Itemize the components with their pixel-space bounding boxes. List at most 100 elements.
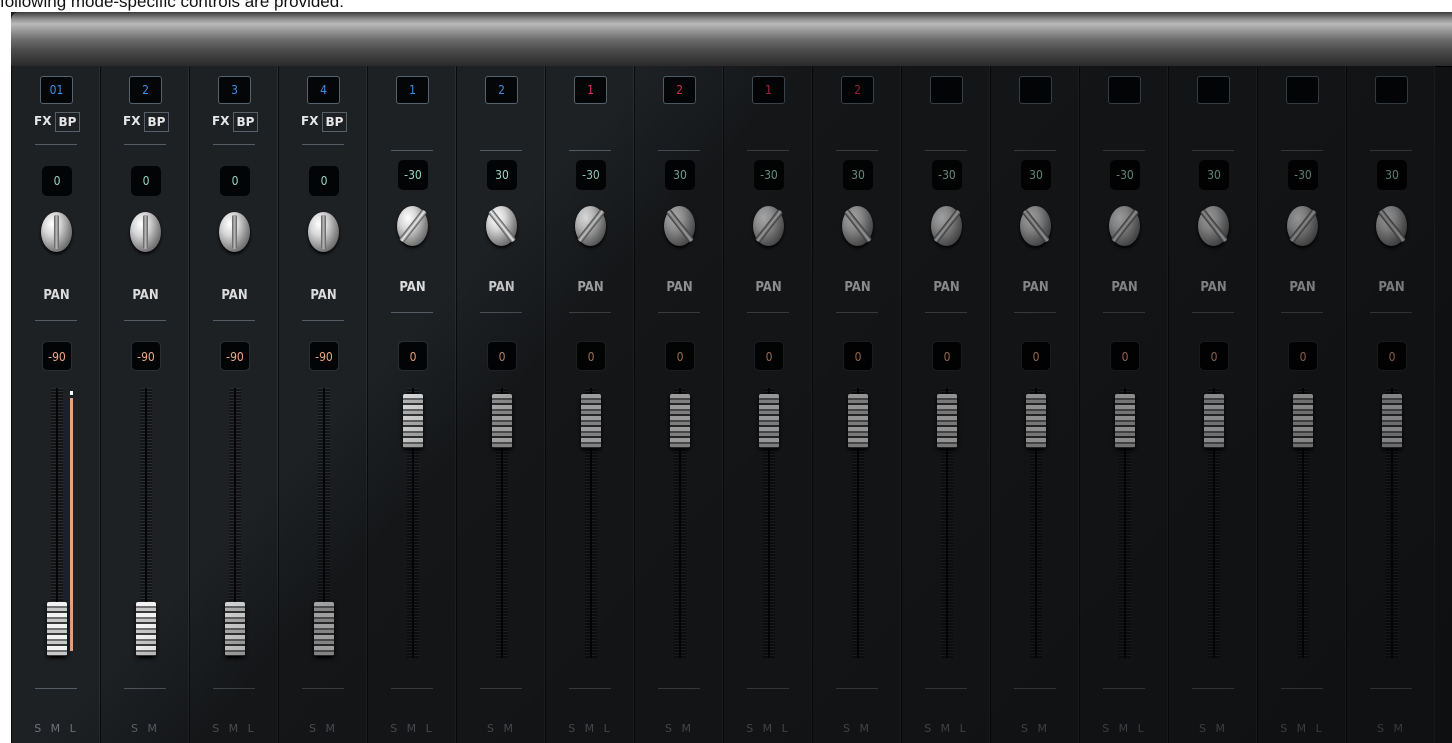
fx-toggle[interactable]: FX — [301, 114, 318, 128]
solo-mute-buttons[interactable]: S M — [279, 722, 368, 735]
solo-mute-buttons[interactable]: S M L — [12, 722, 101, 735]
level-display[interactable]: 0 — [398, 341, 428, 371]
level-display[interactable]: -90 — [131, 341, 161, 371]
solo-mute-buttons[interactable]: S M — [1169, 722, 1258, 735]
channel-number-button[interactable]: 4 — [307, 76, 340, 104]
volume-fader-handle[interactable] — [581, 394, 601, 448]
volume-fader-handle[interactable] — [403, 394, 423, 448]
channel-number-button[interactable]: 3 — [218, 76, 251, 104]
solo-mute-buttons[interactable]: S M — [1347, 722, 1436, 735]
volume-fader-handle[interactable] — [1026, 394, 1046, 448]
solo-mute-buttons[interactable]: S M — [991, 722, 1080, 735]
volume-fader-handle[interactable] — [492, 394, 512, 448]
pan-knob[interactable] — [842, 206, 873, 246]
volume-fader-handle[interactable] — [1204, 394, 1224, 448]
fx-toggle[interactable]: FX — [212, 114, 229, 128]
fx-toggle[interactable]: FX — [123, 114, 140, 128]
pan-value-display[interactable]: -30 — [754, 160, 784, 190]
solo-mute-buttons[interactable]: S M — [457, 722, 546, 735]
channel-number-button[interactable]: 01 — [40, 76, 73, 104]
pan-value-display[interactable]: 0 — [309, 166, 339, 196]
level-display[interactable]: -90 — [309, 341, 339, 371]
volume-fader-handle[interactable] — [759, 394, 779, 448]
volume-fader-handle[interactable] — [1115, 394, 1135, 448]
solo-mute-buttons[interactable]: S M L — [1080, 722, 1169, 735]
level-display[interactable]: 0 — [1288, 341, 1318, 371]
channel-number-button[interactable] — [1286, 76, 1319, 104]
pan-knob[interactable] — [41, 212, 72, 252]
level-display[interactable]: 0 — [1021, 341, 1051, 371]
channel-number-button[interactable]: 1 — [396, 76, 429, 104]
level-display[interactable]: 0 — [843, 341, 873, 371]
pan-knob[interactable] — [664, 206, 695, 246]
channel-number-button[interactable]: 1 — [752, 76, 785, 104]
pan-knob[interactable] — [397, 206, 428, 246]
pan-value-display[interactable]: -30 — [398, 160, 428, 190]
channel-number-button[interactable]: 1 — [574, 76, 607, 104]
level-display[interactable]: 0 — [1377, 341, 1407, 371]
solo-mute-buttons[interactable]: S M L — [190, 722, 279, 735]
channel-number-button[interactable]: 2 — [129, 76, 162, 104]
pan-value-display[interactable]: -30 — [576, 160, 606, 190]
level-display[interactable]: 0 — [932, 341, 962, 371]
solo-mute-buttons[interactable]: S M — [101, 722, 190, 735]
pan-value-display[interactable]: 30 — [1021, 160, 1051, 190]
level-display[interactable]: 0 — [576, 341, 606, 371]
volume-fader-handle[interactable] — [848, 394, 868, 448]
solo-mute-buttons[interactable]: S M — [813, 722, 902, 735]
volume-fader-handle[interactable] — [225, 602, 245, 656]
volume-fader-handle[interactable] — [1382, 394, 1402, 448]
fx-toggle[interactable]: FX — [34, 114, 51, 128]
level-display[interactable]: 0 — [665, 341, 695, 371]
pan-knob[interactable] — [931, 206, 962, 246]
pan-value-display[interactable]: 0 — [131, 166, 161, 196]
solo-mute-buttons[interactable]: S M — [635, 722, 724, 735]
bp-toggle[interactable]: BP — [233, 112, 258, 132]
pan-knob[interactable] — [753, 206, 784, 246]
volume-fader-handle[interactable] — [47, 602, 67, 656]
channel-number-button[interactable] — [930, 76, 963, 104]
volume-fader-handle[interactable] — [314, 602, 334, 656]
level-display[interactable]: 0 — [1199, 341, 1229, 371]
channel-number-button[interactable]: 2 — [663, 76, 696, 104]
bp-toggle[interactable]: BP — [322, 112, 347, 132]
channel-number-button[interactable]: 2 — [485, 76, 518, 104]
pan-knob[interactable] — [1020, 206, 1051, 246]
pan-value-display[interactable]: 30 — [487, 160, 517, 190]
volume-fader-handle[interactable] — [937, 394, 957, 448]
channel-number-button[interactable] — [1108, 76, 1141, 104]
pan-value-display[interactable]: 30 — [843, 160, 873, 190]
level-display[interactable]: 0 — [487, 341, 517, 371]
pan-knob[interactable] — [130, 212, 161, 252]
solo-mute-buttons[interactable]: S M L — [724, 722, 813, 735]
level-display[interactable]: 0 — [1110, 341, 1140, 371]
pan-value-display[interactable]: -30 — [1288, 160, 1318, 190]
channel-number-button[interactable] — [1375, 76, 1408, 104]
pan-value-display[interactable]: 30 — [665, 160, 695, 190]
channel-number-button[interactable] — [1019, 76, 1052, 104]
pan-value-display[interactable]: 0 — [220, 166, 250, 196]
pan-knob[interactable] — [1287, 206, 1318, 246]
channel-number-button[interactable]: 2 — [841, 76, 874, 104]
pan-knob[interactable] — [1198, 206, 1229, 246]
volume-fader-handle[interactable] — [670, 394, 690, 448]
solo-mute-buttons[interactable]: S M L — [546, 722, 635, 735]
level-display[interactable]: -90 — [42, 341, 72, 371]
pan-value-display[interactable]: 30 — [1199, 160, 1229, 190]
pan-knob[interactable] — [219, 212, 250, 252]
bp-toggle[interactable]: BP — [144, 112, 169, 132]
channel-number-button[interactable] — [1197, 76, 1230, 104]
bp-toggle[interactable]: BP — [55, 112, 80, 132]
pan-knob[interactable] — [1376, 206, 1407, 246]
pan-value-display[interactable]: 0 — [42, 166, 72, 196]
solo-mute-buttons[interactable]: S M L — [902, 722, 991, 735]
level-display[interactable]: -90 — [220, 341, 250, 371]
volume-fader-handle[interactable] — [136, 602, 156, 656]
volume-fader-handle[interactable] — [1293, 394, 1313, 448]
pan-knob[interactable] — [486, 206, 517, 246]
solo-mute-buttons[interactable]: S M L — [1258, 722, 1347, 735]
pan-value-display[interactable]: 30 — [1377, 160, 1407, 190]
pan-value-display[interactable]: -30 — [932, 160, 962, 190]
level-display[interactable]: 0 — [754, 341, 784, 371]
pan-value-display[interactable]: -30 — [1110, 160, 1140, 190]
